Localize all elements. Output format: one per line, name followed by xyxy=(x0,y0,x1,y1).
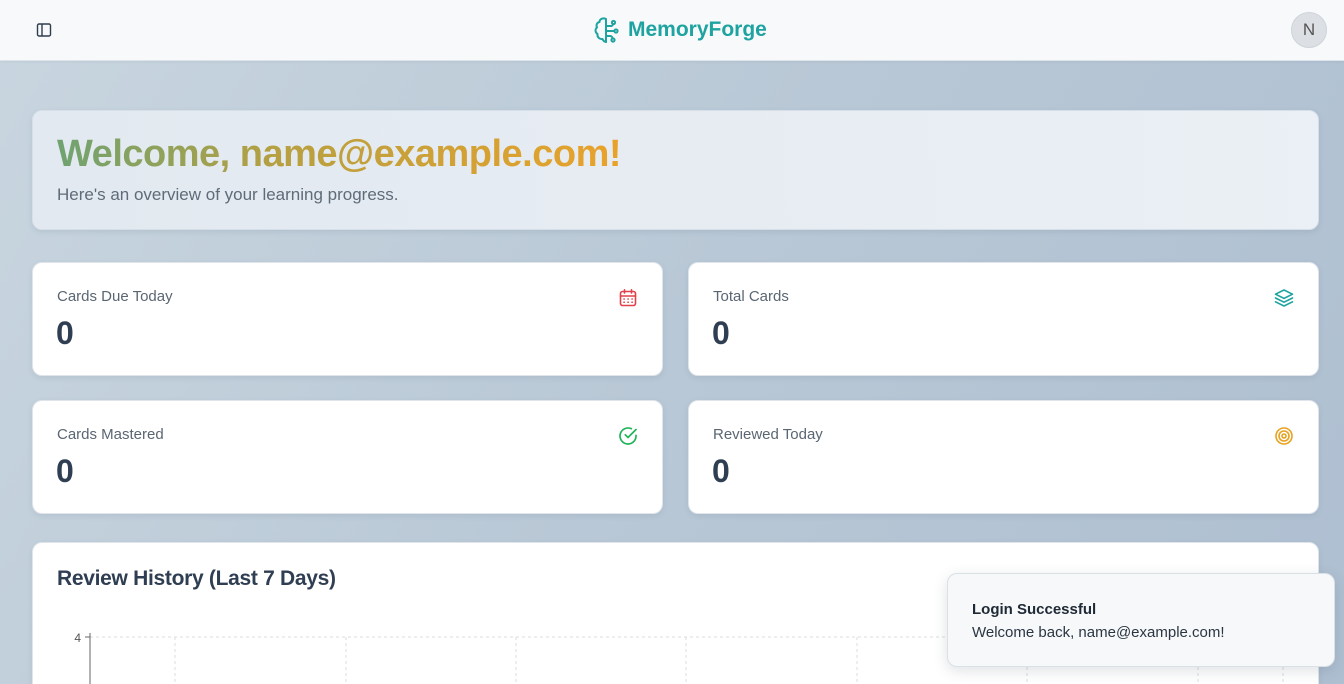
stat-value: 0 xyxy=(712,453,730,489)
review-history-title: Review History (Last 7 Days) xyxy=(57,567,336,590)
calendar-icon xyxy=(617,287,639,309)
stat-value: 0 xyxy=(56,453,74,489)
stat-card-cards-due-today: Cards Due Today 0 xyxy=(32,262,663,376)
brain-icon xyxy=(594,17,619,43)
stat-value: 0 xyxy=(56,315,74,351)
brand-logo[interactable]: MemoryForge xyxy=(594,14,767,46)
check-circle-icon xyxy=(617,425,639,447)
y-tick-label: 4 xyxy=(74,631,81,645)
stat-value: 0 xyxy=(712,315,730,351)
stat-card-reviewed-today: Reviewed Today 0 xyxy=(688,400,1319,514)
panel-left-icon xyxy=(36,23,52,37)
target-icon xyxy=(1273,425,1295,447)
top-navigation-bar: MemoryForge N xyxy=(0,0,1344,61)
stat-label: Total Cards xyxy=(713,288,789,305)
stat-label: Cards Due Today xyxy=(57,288,173,305)
login-success-toast[interactable]: Login Successful Welcome back, name@exam… xyxy=(947,573,1335,667)
welcome-subtitle: Here's an overview of your learning prog… xyxy=(57,185,399,204)
toast-message: Welcome back, name@example.com! xyxy=(972,624,1225,641)
brand-name: MemoryForge xyxy=(628,18,767,41)
stat-card-cards-mastered: Cards Mastered 0 xyxy=(32,400,663,514)
welcome-title: Welcome, name@example.com! xyxy=(57,133,622,175)
toast-title: Login Successful xyxy=(972,601,1097,618)
layers-icon xyxy=(1273,287,1295,309)
stat-card-total-cards: Total Cards 0 xyxy=(688,262,1319,376)
user-avatar[interactable]: N xyxy=(1291,12,1327,48)
welcome-banner: Welcome, name@example.com! Here's an ove… xyxy=(32,110,1319,230)
sidebar-toggle-button[interactable] xyxy=(32,18,56,42)
stat-label: Reviewed Today xyxy=(713,426,823,443)
stat-label: Cards Mastered xyxy=(57,426,164,443)
